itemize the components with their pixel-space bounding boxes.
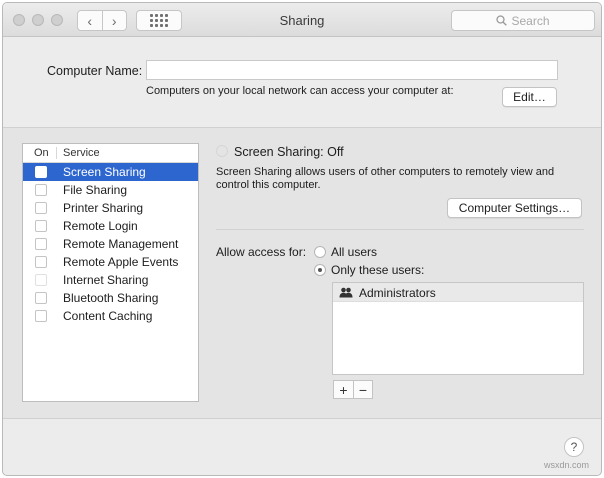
service-item-internet-sharing[interactable]: Internet Sharing [23,271,198,289]
service-checkbox[interactable] [35,220,47,232]
allow-access-label: Allow access for: [216,245,307,259]
column-header-on[interactable]: On [34,147,49,159]
preferences-window: ‹ › Sharing Search Computer Name: Comput… [2,2,602,476]
only-these-users-label[interactable]: Only these users: [331,263,424,277]
remove-user-button[interactable]: − [353,381,372,398]
service-item-content-caching[interactable]: Content Caching [23,307,198,325]
service-list-header: On Service [23,144,198,163]
watermark: wsxdn.com [544,460,590,470]
service-checkbox[interactable] [35,292,47,304]
title-bar: ‹ › Sharing Search [3,3,601,37]
computer-name-label: Computer Name: [47,64,143,78]
edit-button[interactable]: Edit… [502,87,557,107]
service-item-screen-sharing[interactable]: Screen Sharing [23,163,198,181]
computer-settings-button[interactable]: Computer Settings… [447,198,582,218]
status-indicator [216,145,228,157]
service-label: Remote Login [63,219,138,233]
divider [3,418,601,419]
service-item-bluetooth-sharing[interactable]: Bluetooth Sharing [23,289,198,307]
service-checkbox[interactable] [35,256,47,268]
service-description: Screen Sharing allows users of other com… [216,166,555,191]
column-header-service[interactable]: Service [63,147,100,159]
network-address-text: Computers on your local network can acce… [146,85,454,97]
service-label: Remote Management [63,237,179,251]
service-label: Bluetooth Sharing [63,291,159,305]
all-users-label[interactable]: All users [331,245,377,259]
service-checkbox[interactable] [35,310,47,322]
search-placeholder: Search [511,13,550,28]
service-label: Internet Sharing [63,273,149,287]
divider [216,229,584,230]
service-checkbox[interactable] [35,202,47,214]
service-list: On Service Screen Sharing File Sharing P… [22,143,199,402]
search-icon [496,15,508,26]
service-item-printer-sharing[interactable]: Printer Sharing [23,199,198,217]
service-label: Printer Sharing [63,201,144,215]
service-checkbox[interactable] [35,274,47,286]
help-button[interactable]: ? [564,437,584,457]
add-user-button[interactable]: + [334,381,353,398]
list-item[interactable]: Administrators [333,283,583,302]
all-users-radio[interactable] [314,246,326,258]
service-status: Screen Sharing: Off [234,145,344,159]
service-label: File Sharing [63,183,128,197]
service-label: Content Caching [63,309,153,323]
service-item-remote-login[interactable]: Remote Login [23,217,198,235]
users-list: Administrators [332,282,584,375]
service-label: Screen Sharing [63,165,146,179]
service-checkbox[interactable] [35,184,47,196]
add-remove-buttons: + − [333,380,373,399]
group-icon [339,287,353,298]
service-label: Remote Apple Events [63,255,179,269]
service-checkbox[interactable] [35,166,47,178]
only-these-users-radio[interactable] [314,264,326,276]
computer-name-field[interactable] [146,60,558,80]
service-item-remote-management[interactable]: Remote Management [23,235,198,253]
user-name: Administrators [359,286,436,300]
service-checkbox[interactable] [35,238,47,250]
service-item-remote-apple-events[interactable]: Remote Apple Events [23,253,198,271]
service-item-file-sharing[interactable]: File Sharing [23,181,198,199]
search-field[interactable]: Search [451,10,595,31]
